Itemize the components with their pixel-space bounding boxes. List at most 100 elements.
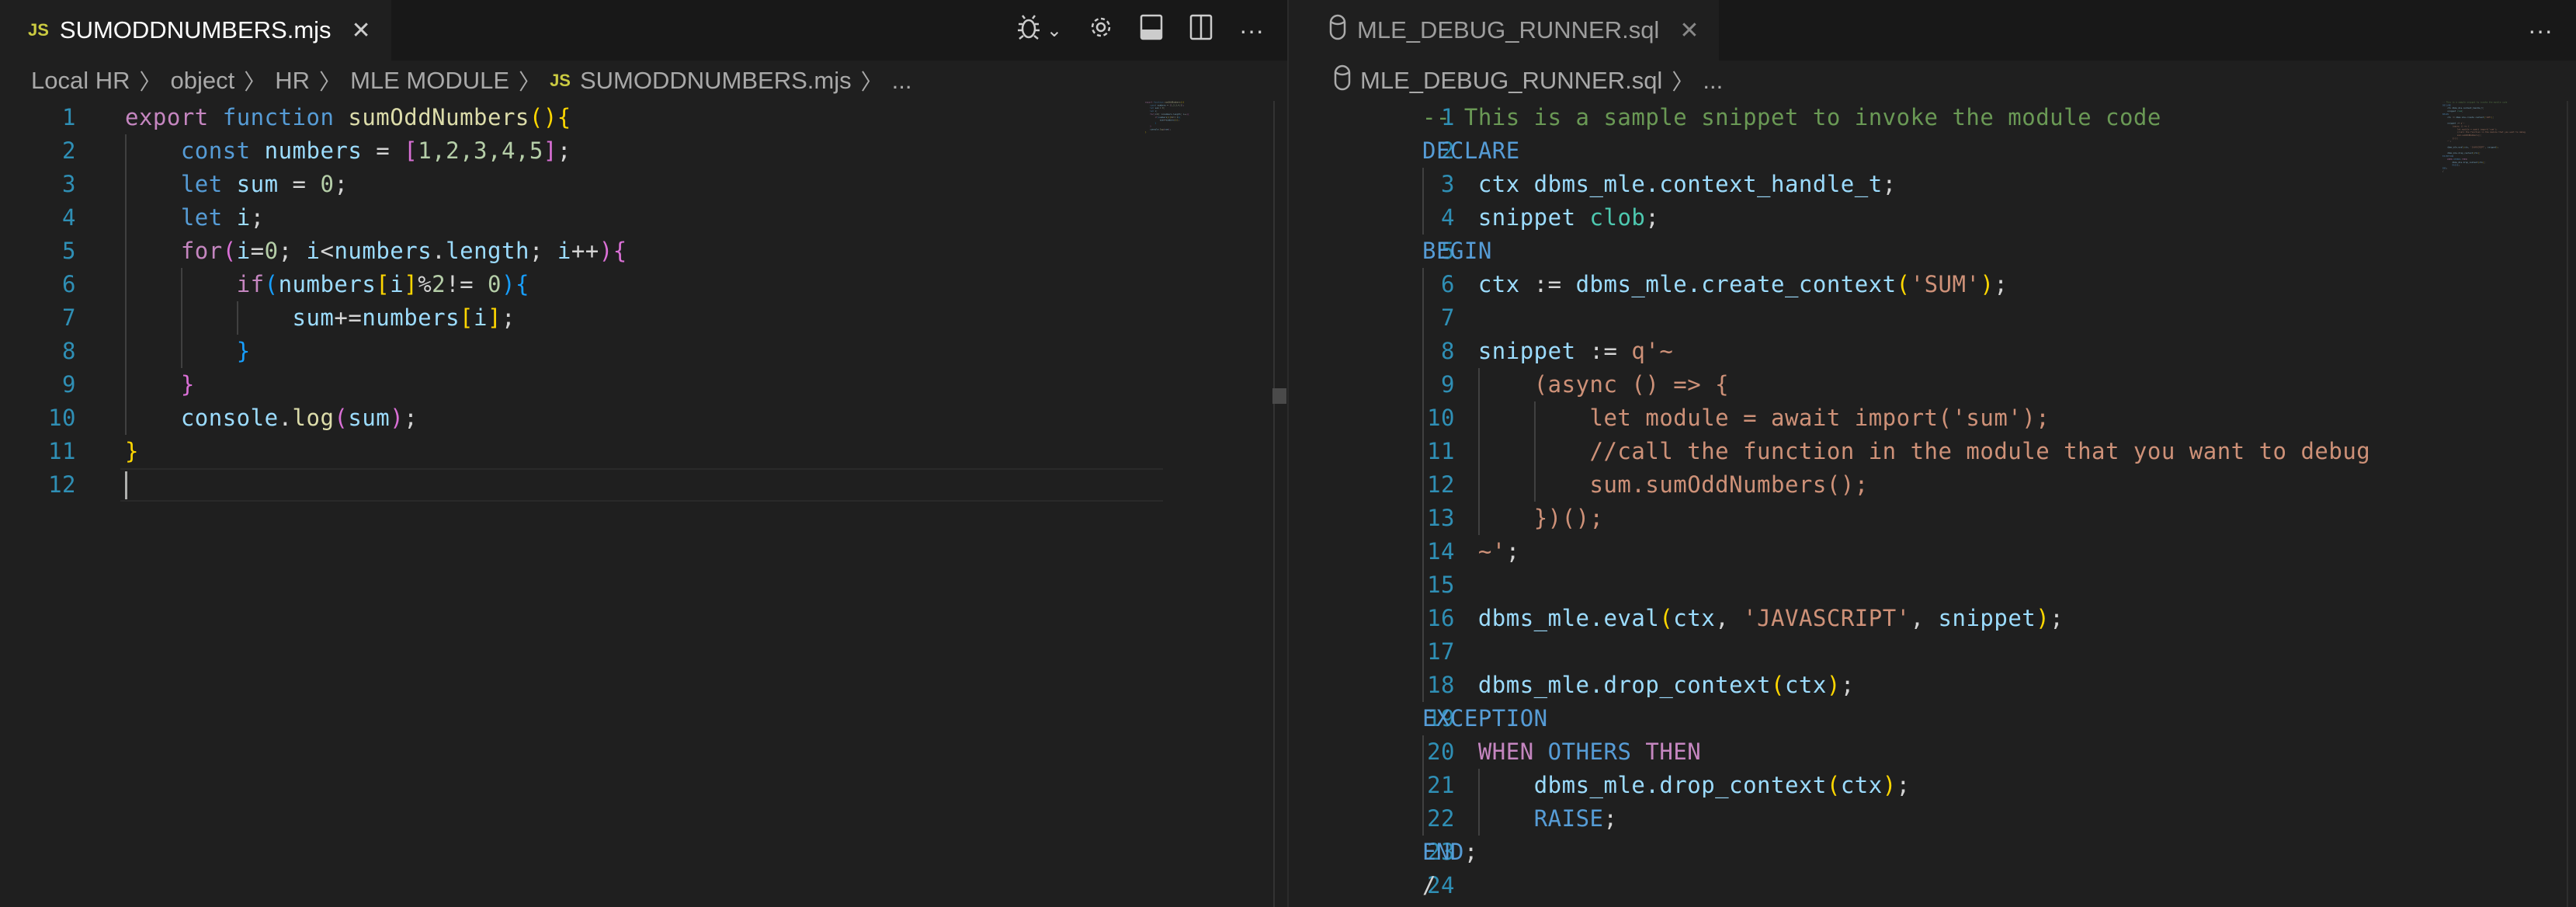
code-token: { [516, 271, 529, 297]
code-token: / [1422, 872, 1436, 898]
chevron-down-icon[interactable]: ⌄ [1047, 19, 1062, 42]
code-line: 23END; [1301, 836, 2576, 869]
close-icon[interactable]: ✕ [352, 17, 371, 44]
editor-split-sash[interactable] [1287, 0, 1301, 907]
gear-icon[interactable] [1088, 15, 1113, 46]
code-token [1422, 738, 1478, 765]
code-token: , [1911, 605, 1939, 631]
code-token: ; [1645, 204, 1659, 231]
code-token: ; [1841, 672, 1855, 698]
code-text: WHEN OTHERS THEN [1422, 735, 1701, 769]
more-actions-icon[interactable]: ··· [1239, 16, 1264, 45]
vertical-scrollbar[interactable] [1273, 101, 1275, 907]
code-token [1422, 405, 1590, 431]
code-token: numbers [265, 137, 363, 164]
code-token: ctx [1785, 672, 1827, 698]
close-icon[interactable]: ✕ [1679, 17, 1699, 44]
code-token: sum [293, 304, 335, 331]
editor-actions: ··· [2528, 0, 2576, 61]
code-token: ++ [571, 238, 599, 264]
code-token [1422, 471, 1590, 498]
code-token [1422, 805, 1534, 832]
right-tab-bar: MLE_DEBUG_RUNNER.sql ✕ ··· [1301, 0, 2576, 61]
code-token: { [557, 104, 571, 130]
code-line: 11 //call the function in the module tha… [1301, 435, 2576, 468]
breadcrumb-item[interactable]: HR [275, 67, 310, 95]
code-token [125, 271, 237, 297]
code-token: i [557, 238, 571, 264]
code-line: 6 ctx := dbms_mle.create_context('SUM'); [1301, 268, 2576, 301]
code-token: length [446, 238, 529, 264]
code-token: ; [1604, 805, 1618, 832]
code-text: EXCEPTION [1422, 702, 1548, 735]
vertical-scrollbar[interactable] [2567, 101, 2568, 907]
code-line: 18 dbms_mle.drop_context(ctx); [1301, 669, 2576, 702]
code-text: dbms_mle.eval(ctx, 'JAVASCRIPT', snippet… [1422, 602, 2064, 635]
tab-label: SUMODDNUMBERS.mjs [60, 16, 332, 44]
code-editor[interactable]: 1export function sumOddNumbers(){2 const… [0, 101, 1287, 907]
minimap[interactable]: export function sumOddNumbers(){ const n… [1145, 101, 1285, 256]
code-text: ctx := dbms_mle.create_context('SUM'); [1422, 268, 2008, 301]
code-token: ( [1827, 772, 1841, 798]
code-token: ) [1980, 271, 1994, 297]
code-token: let [181, 204, 223, 231]
code-token: ~' [1478, 538, 1506, 565]
code-line: 10 let module = await import('sum'); [1301, 401, 2576, 435]
toggle-panel-icon[interactable] [1140, 14, 1163, 47]
code-token: i [474, 304, 488, 331]
breadcrumb-item[interactable]: Local HR [31, 67, 130, 95]
code-token: snippet [1478, 338, 1576, 364]
code-token: END [1422, 839, 1464, 865]
code-line: 22 RAISE; [1301, 802, 2576, 836]
code-token: } [181, 371, 195, 398]
code-token: ( [334, 405, 348, 431]
scrollbar-thumb[interactable] [1272, 388, 1286, 404]
line-number: 3 [0, 168, 76, 201]
code-token: ) [1883, 772, 1897, 798]
code-text: RAISE; [1422, 802, 1617, 836]
code-text: ~'; [1422, 535, 1520, 568]
code-token: let module = await import('sum'); [1590, 405, 2050, 431]
code-line: 6 if(numbers[i]%2!= 0){ [0, 268, 1287, 301]
line-number: 5 [0, 235, 76, 268]
code-line: 4 snippet clob; [1301, 201, 2576, 235]
code-editor[interactable]: 1-- This is a sample snippet to invoke t… [1301, 101, 2576, 907]
code-token [1422, 605, 1478, 631]
code-token: ; [251, 204, 265, 231]
code-token: DECLARE [1422, 137, 1520, 164]
code-line: 13 })(); [1301, 502, 2576, 535]
code-token: numbers [279, 271, 377, 297]
code-text: console.log(sum); [125, 401, 418, 435]
code-token: 0 [320, 171, 334, 197]
code-text: (async () => { [1422, 368, 1729, 401]
code-token: ) [599, 238, 613, 264]
code-token [125, 405, 181, 431]
code-line: 5BEGIN [1301, 235, 2576, 268]
breadcrumb-item[interactable]: object [171, 67, 235, 95]
code-token: ) [2036, 605, 2050, 631]
minimap[interactable]: -- This is a sample snippet to invoke th… [2442, 101, 2576, 256]
tab-sumoddnumbers[interactable]: JS SUMODDNUMBERS.mjs ✕ [0, 0, 391, 61]
code-token: log [293, 405, 335, 431]
split-editor-icon[interactable] [1189, 14, 1213, 47]
breadcrumb-symbols[interactable]: ... [1703, 67, 1723, 95]
code-token [223, 171, 237, 197]
code-text: let sum = 0; [125, 168, 348, 201]
breadcrumb-item[interactable]: MLE MODULE [350, 67, 509, 95]
code-text: } [125, 435, 139, 468]
code-line: 7 sum+=numbers[i]; [0, 301, 1287, 335]
tab-mle-debug-runner[interactable]: MLE_DEBUG_RUNNER.sql ✕ [1301, 0, 1719, 61]
code-token [1422, 538, 1478, 565]
breadcrumb-symbols[interactable]: ... [892, 67, 912, 95]
code-line: 9 (async () => { [1301, 368, 2576, 401]
code-line: 2DECLARE [1301, 134, 2576, 168]
more-actions-icon[interactable]: ··· [2528, 16, 2553, 45]
code-token: ctx dbms_mle.context_handle_t [1478, 171, 1883, 197]
code-token: = [279, 171, 321, 197]
database-icon [1334, 64, 1351, 97]
breadcrumb-file[interactable]: MLE_DEBUG_RUNNER.sql [1360, 67, 1662, 95]
code-text: dbms_mle.drop_context(ctx); [1422, 669, 1855, 702]
breadcrumb-file[interactable]: SUMODDNUMBERS.mjs [580, 67, 852, 95]
code-token: if [237, 271, 265, 297]
debug-icon[interactable] [1017, 13, 1040, 47]
